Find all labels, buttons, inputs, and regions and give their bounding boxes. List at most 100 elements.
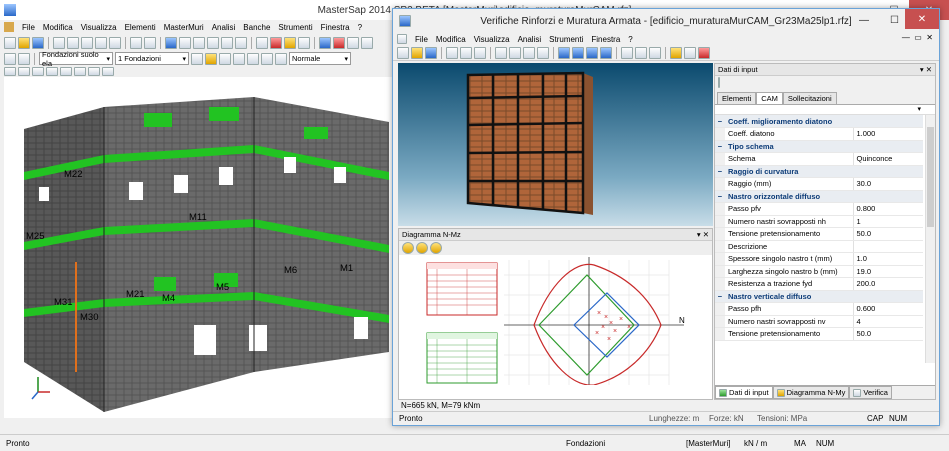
v-side-icon[interactable] [649, 46, 661, 59]
main-menu-modifica[interactable]: Modifica [43, 23, 73, 32]
v-copy-icon[interactable] [460, 46, 472, 59]
new-icon[interactable] [4, 36, 16, 49]
v-paste-icon[interactable] [474, 46, 486, 59]
property-value[interactable]: 200.0 [852, 277, 923, 291]
stop-icon[interactable] [270, 36, 282, 49]
v-cut-icon[interactable] [446, 46, 458, 59]
verifiche-menu-help[interactable]: ? [628, 35, 632, 44]
pointer-icon[interactable] [4, 52, 16, 65]
iso-view-icon[interactable] [88, 67, 100, 76]
v-print-icon[interactable] [495, 46, 507, 59]
highlight-icon[interactable] [205, 52, 217, 65]
collapse-icon[interactable]: − [715, 165, 725, 178]
mdi-controls[interactable]: — ▭ ✕ [902, 33, 933, 42]
property-category[interactable]: − Nastro orizzontale diffuso [715, 190, 923, 203]
pan-icon[interactable] [18, 67, 30, 76]
main-menu-mastermuri[interactable]: MasterMuri [164, 23, 204, 32]
display-mode-combo[interactable]: Normale [289, 52, 351, 65]
property-row[interactable]: Tensione pretensionamento 50.0 [715, 327, 923, 341]
main-menu-file[interactable]: File [22, 23, 35, 32]
v-zoom-all-icon[interactable] [600, 46, 612, 59]
target-icon[interactable] [333, 36, 345, 49]
v-zoom-out-icon[interactable] [572, 46, 584, 59]
mode3-icon[interactable] [247, 52, 259, 65]
diagram-pin-icon[interactable]: ▾ ✕ [697, 230, 709, 239]
v-calc-icon[interactable] [684, 46, 696, 59]
v-rotate-icon[interactable] [621, 46, 633, 59]
main-menu-banche[interactable]: Banche [243, 23, 270, 32]
property-row[interactable]: Passo pfh 0.600 [715, 302, 923, 316]
property-value[interactable]: 0.800 [852, 202, 923, 216]
collapse-icon[interactable]: − [715, 115, 725, 128]
property-value[interactable]: Quinconce [852, 152, 923, 166]
mode2-icon[interactable] [233, 52, 245, 65]
property-row[interactable]: Descrizione [715, 240, 923, 253]
tab-sollecitazioni[interactable]: Sollecitazioni [782, 92, 837, 104]
render-icon[interactable] [102, 67, 114, 76]
open-icon[interactable] [18, 36, 30, 49]
property-value[interactable]: 1.000 [852, 127, 923, 141]
redo-icon[interactable] [144, 36, 156, 49]
extra-icon[interactable] [361, 36, 373, 49]
property-value[interactable]: 0.600 [852, 302, 923, 316]
diagram-tool-1-icon[interactable] [402, 242, 414, 254]
frame-icon[interactable] [193, 36, 205, 49]
front-view-icon[interactable] [46, 67, 58, 76]
cut-icon[interactable] [81, 36, 93, 49]
mode4-icon[interactable] [261, 52, 273, 65]
paste-icon[interactable] [109, 36, 121, 49]
wall-icon[interactable] [207, 36, 219, 49]
property-value[interactable]: 1.0 [852, 252, 923, 266]
verifiche-menu-strumenti[interactable]: Strumenti [549, 35, 583, 44]
select-icon[interactable] [18, 52, 30, 65]
diagram-tool-3-icon[interactable] [430, 242, 442, 254]
collapse-icon[interactable]: − [715, 290, 725, 303]
v-tools-icon[interactable] [698, 46, 710, 59]
tab-elementi[interactable]: Elementi [717, 92, 757, 104]
main-menu-finestra[interactable]: Finestra [321, 23, 350, 32]
copy-icon[interactable] [95, 36, 107, 49]
rotate-icon[interactable] [4, 67, 16, 76]
property-category[interactable]: − Raggio di curvatura [715, 165, 923, 178]
verifiche-close-icon[interactable]: ✕ [905, 9, 939, 29]
main-menu-analisi[interactable]: Analisi [212, 23, 236, 32]
menu-doc-icon[interactable] [4, 22, 14, 32]
btab-dati-input[interactable]: Dati di input [715, 386, 773, 399]
input-panel-pin-icon[interactable]: ▾ ✕ [920, 65, 932, 74]
property-combo[interactable]: ▾ [715, 105, 935, 115]
sync-icon[interactable] [319, 36, 331, 49]
save-icon[interactable] [32, 36, 44, 49]
v-preview-icon[interactable] [509, 46, 521, 59]
v-new-icon[interactable] [397, 46, 409, 59]
top-view-icon[interactable] [74, 67, 86, 76]
slab-icon[interactable] [221, 36, 233, 49]
property-row[interactable]: Tensione pretensionamento 50.0 [715, 227, 923, 241]
verifiche-menu-analisi[interactable]: Analisi [518, 35, 542, 44]
v-zoom-in-icon[interactable] [558, 46, 570, 59]
layer-combo[interactable]: Fondazioni suolo ela [39, 50, 113, 68]
v-save-icon[interactable] [425, 46, 437, 59]
model-viewport[interactable]: M22 M25 M31 M30 M21 M4 M5 M6 M1 M11 [4, 77, 392, 418]
property-scrollbar[interactable] [925, 115, 935, 363]
verifiche-menu-finestra[interactable]: Finestra [591, 35, 620, 44]
verifiche-menu-visualizza[interactable]: Visualizza [474, 35, 510, 44]
property-category[interactable]: − Nastro verticale diffuso [715, 290, 923, 303]
property-value[interactable]: 50.0 [852, 227, 923, 241]
property-row[interactable]: Coeff. diatono 1.000 [715, 127, 923, 141]
property-value[interactable]: 19.0 [852, 265, 923, 278]
v-help-icon[interactable] [670, 46, 682, 59]
property-row[interactable]: Schema Quinconce [715, 152, 923, 166]
mode5-icon[interactable] [275, 52, 287, 65]
v-zoom-window-icon[interactable] [586, 46, 598, 59]
property-row[interactable]: Numero nastri sovrapposti nv 4 [715, 315, 923, 328]
main-menu-strumenti[interactable]: Strumenti [278, 23, 312, 32]
wall-3d-view[interactable] [398, 63, 713, 226]
filter-icon[interactable] [191, 52, 203, 65]
print-icon[interactable] [53, 36, 65, 49]
v-report-icon[interactable] [523, 46, 535, 59]
property-row[interactable]: Resistenza a trazione fyd 200.0 [715, 277, 923, 291]
btab-diagramma[interactable]: Diagramma N-My [772, 386, 850, 399]
property-row[interactable]: Numero nastri sovrapposti nh 1 [715, 215, 923, 228]
property-category[interactable]: − Coeff. miglioramento diatono [715, 115, 923, 128]
property-value[interactable]: 1 [852, 215, 923, 228]
